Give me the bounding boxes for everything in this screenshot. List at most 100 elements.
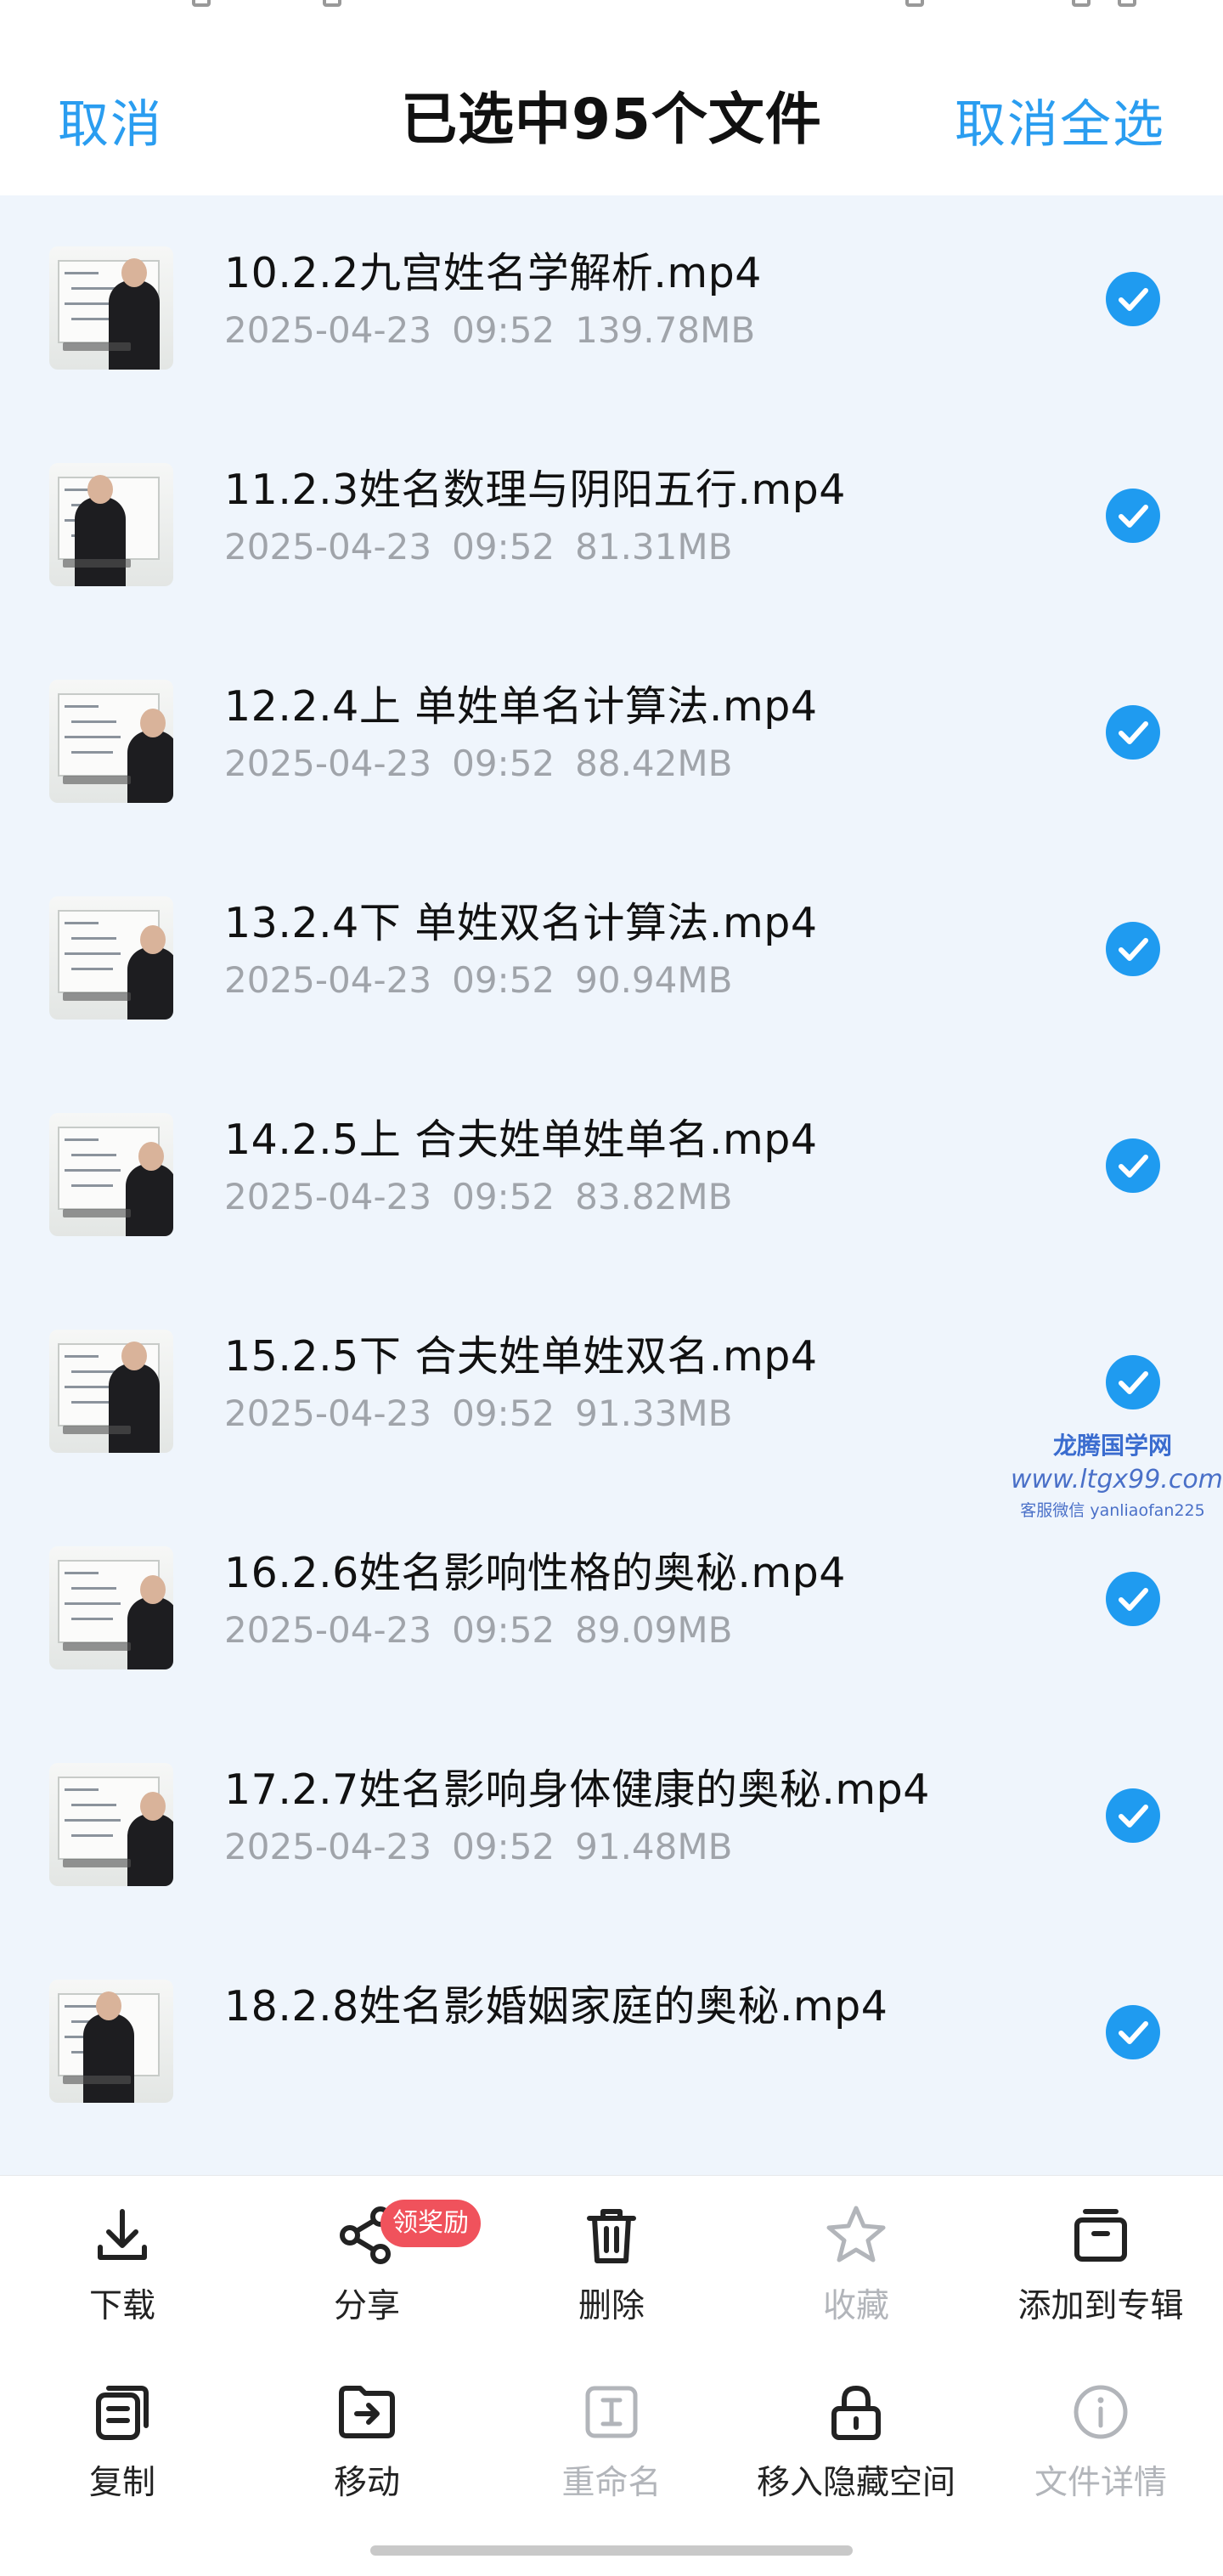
file-size: 90.94MB: [575, 959, 733, 1001]
home-indicator[interactable]: [370, 2545, 853, 2556]
file-row[interactable]: 10.2.2九宫姓名学解析.mp4 2025-04-23 09:52 139.78MB: [0, 195, 1223, 412]
check-icon: [1119, 1371, 1148, 1394]
video-thumbnail: [49, 1546, 173, 1669]
move-to-hidden-button[interactable]: 移入隐藏空间: [734, 2353, 978, 2514]
file-row[interactable]: 11.2.3姓名数理与阴阳五行.mp4 2025-04-23 09:52 81.31M…: [0, 412, 1223, 629]
share-reward-badge: 领奖励: [380, 2200, 481, 2247]
copy-button[interactable]: 复制: [0, 2353, 245, 2514]
file-date: 2025-04-23: [224, 1393, 432, 1434]
check-icon: [1119, 1805, 1148, 1827]
add-to-album-button[interactable]: 添加到专辑: [978, 2176, 1223, 2337]
copy-label: 复制: [88, 2464, 155, 2502]
checkbox-checked[interactable]: [1106, 1138, 1160, 1193]
file-date: 2025-04-23: [224, 743, 432, 784]
file-meta: 2025-04-23 09:52 91.48MB: [224, 1826, 732, 1867]
file-name: 10.2.2九宫姓名学解析.mp4: [224, 249, 762, 297]
star-icon: [826, 2206, 886, 2262]
video-thumbnail: [49, 1980, 173, 2103]
file-meta: 2025-04-23 09:52 83.82MB: [224, 1176, 732, 1217]
rename-label: 重命名: [561, 2464, 662, 2502]
info-icon: [1074, 2385, 1128, 2439]
bottom-toolbar: 下载 分享 删除 收藏 添加到专辑 领奖励 复制 移动 重命名 移入隐藏空间 文…: [0, 2175, 1223, 2576]
video-thumbnail: [49, 896, 173, 1020]
checkbox-checked[interactable]: [1106, 2005, 1160, 2059]
file-date: 2025-04-23: [224, 1609, 432, 1651]
check-icon: [1119, 505, 1148, 528]
file-size: 91.33MB: [575, 1393, 733, 1434]
file-name: 13.2.4下 单姓双名计算法.mp4: [224, 899, 818, 947]
file-meta: 2025-04-23 09:52 89.09MB: [224, 1609, 732, 1651]
rename-button[interactable]: 重命名: [489, 2353, 734, 2514]
file-time: 09:52: [452, 1393, 555, 1434]
check-icon: [1119, 721, 1148, 744]
copy-icon: [96, 2386, 149, 2440]
status-icon: [323, 0, 341, 7]
file-time: 09:52: [452, 743, 555, 784]
check-icon: [1119, 938, 1148, 961]
delete-label: 删除: [578, 2287, 645, 2325]
file-details-button[interactable]: 文件详情: [978, 2353, 1223, 2514]
favorite-button[interactable]: 收藏: [734, 2176, 978, 2337]
file-list[interactable]: 2025-04-2309:5280.41MB10.2.2九宫姓名学解析.mp42…: [0, 195, 1223, 2175]
move-label: 移动: [333, 2464, 400, 2502]
favorite-label: 收藏: [822, 2287, 889, 2325]
file-time: 09:52: [452, 1826, 555, 1867]
deselect-all-button[interactable]: 取消全选: [955, 83, 1165, 157]
share-label: 分享: [333, 2287, 400, 2325]
album-icon: [1074, 2209, 1127, 2262]
download-button[interactable]: 下载: [0, 2176, 245, 2337]
cancel-button[interactable]: 取消: [58, 83, 163, 157]
file-row[interactable]: 14.2.5上 合夫姓单姓单名.mp4 2025-04-23 09:52 83.82M…: [0, 1062, 1223, 1279]
checkbox-checked[interactable]: [1106, 272, 1160, 326]
file-name: 12.2.4上 单姓单名计算法.mp4: [224, 682, 818, 731]
file-meta: 2025-04-23 09:52 81.31MB: [224, 526, 732, 568]
video-thumbnail: [49, 1330, 173, 1453]
move-to-hidden-label: 移入隐藏空间: [756, 2464, 955, 2502]
checkbox-checked[interactable]: [1106, 705, 1160, 760]
lock-icon: [831, 2385, 881, 2440]
checkbox-checked[interactable]: [1106, 1355, 1160, 1409]
file-row[interactable]: 17.2.7姓名影响身体健康的奥秘.mp4 2025-04-23 09:52 91.4…: [0, 1712, 1223, 1929]
watermark-title: 龙腾国学网: [1052, 1432, 1172, 1460]
file-row[interactable]: 18.2.8姓名影婚姻家庭的奥秘.mp4: [0, 1929, 1223, 2145]
file-row[interactable]: 13.2.4下 单姓双名计算法.mp4 2025-04-23 09:52 90.94M…: [0, 845, 1223, 1062]
move-button[interactable]: 移动: [245, 2353, 489, 2514]
selection-header: 取消 已选中95个文件 取消全选: [0, 34, 1223, 195]
download-label: 下载: [88, 2287, 155, 2325]
checkbox-checked[interactable]: [1106, 922, 1160, 976]
file-date: 2025-04-23: [224, 1826, 432, 1867]
video-thumbnail: [49, 1763, 173, 1886]
file-meta: 2025-04-23 09:52 90.94MB: [224, 959, 732, 1001]
file-rows: 2025-04-2309:5280.41MB10.2.2九宫姓名学解析.mp42…: [0, 195, 1223, 2145]
file-time: 09:52: [452, 1176, 555, 1217]
file-name: 14.2.5上 合夫姓单姓单名.mp4: [224, 1116, 818, 1164]
file-meta: 2025-04-23 09:52 139.78MB: [224, 309, 755, 351]
move-folder-icon: [339, 2386, 395, 2438]
file-time: 09:52: [452, 1609, 555, 1651]
file-name: 11.2.3姓名数理与阴阳五行.mp4: [224, 466, 846, 514]
checkbox-checked[interactable]: [1106, 1788, 1160, 1843]
status-icon: [905, 0, 924, 7]
video-thumbnail: [49, 680, 173, 803]
check-icon: [1119, 2021, 1148, 2044]
file-size: 83.82MB: [575, 1176, 733, 1217]
add-to-album-label: 添加到专辑: [1017, 2287, 1184, 2325]
file-row[interactable]: 12.2.4上 单姓单名计算法.mp4 2025-04-23 09:52 88.42M…: [0, 629, 1223, 845]
check-icon: [1119, 1155, 1148, 1178]
watermark: 龙腾国学网 www.ltgx99.com 客服微信 yanliaofan225: [1011, 1427, 1223, 1521]
download-icon: [98, 2209, 147, 2260]
file-size: 81.31MB: [575, 526, 733, 568]
checkbox-checked[interactable]: [1106, 489, 1160, 543]
delete-button[interactable]: 删除: [489, 2176, 734, 2337]
file-time: 09:52: [452, 526, 555, 568]
file-size: 91.48MB: [575, 1826, 733, 1867]
file-date: 2025-04-23: [224, 1176, 432, 1217]
file-size: 88.42MB: [575, 743, 733, 784]
screen: 取消 已选中95个文件 取消全选 2025-04-2309:5280.41MB1…: [0, 0, 1223, 2576]
file-row[interactable]: 16.2.6姓名影响性格的奥秘.mp4 2025-04-23 09:52 89.09M…: [0, 1495, 1223, 1712]
video-thumbnail: [49, 1113, 173, 1236]
file-name: 16.2.6姓名影响性格的奥秘.mp4: [224, 1549, 846, 1597]
checkbox-checked[interactable]: [1106, 1572, 1160, 1626]
status-icon: [192, 0, 211, 7]
file-time: 09:52: [452, 309, 555, 351]
